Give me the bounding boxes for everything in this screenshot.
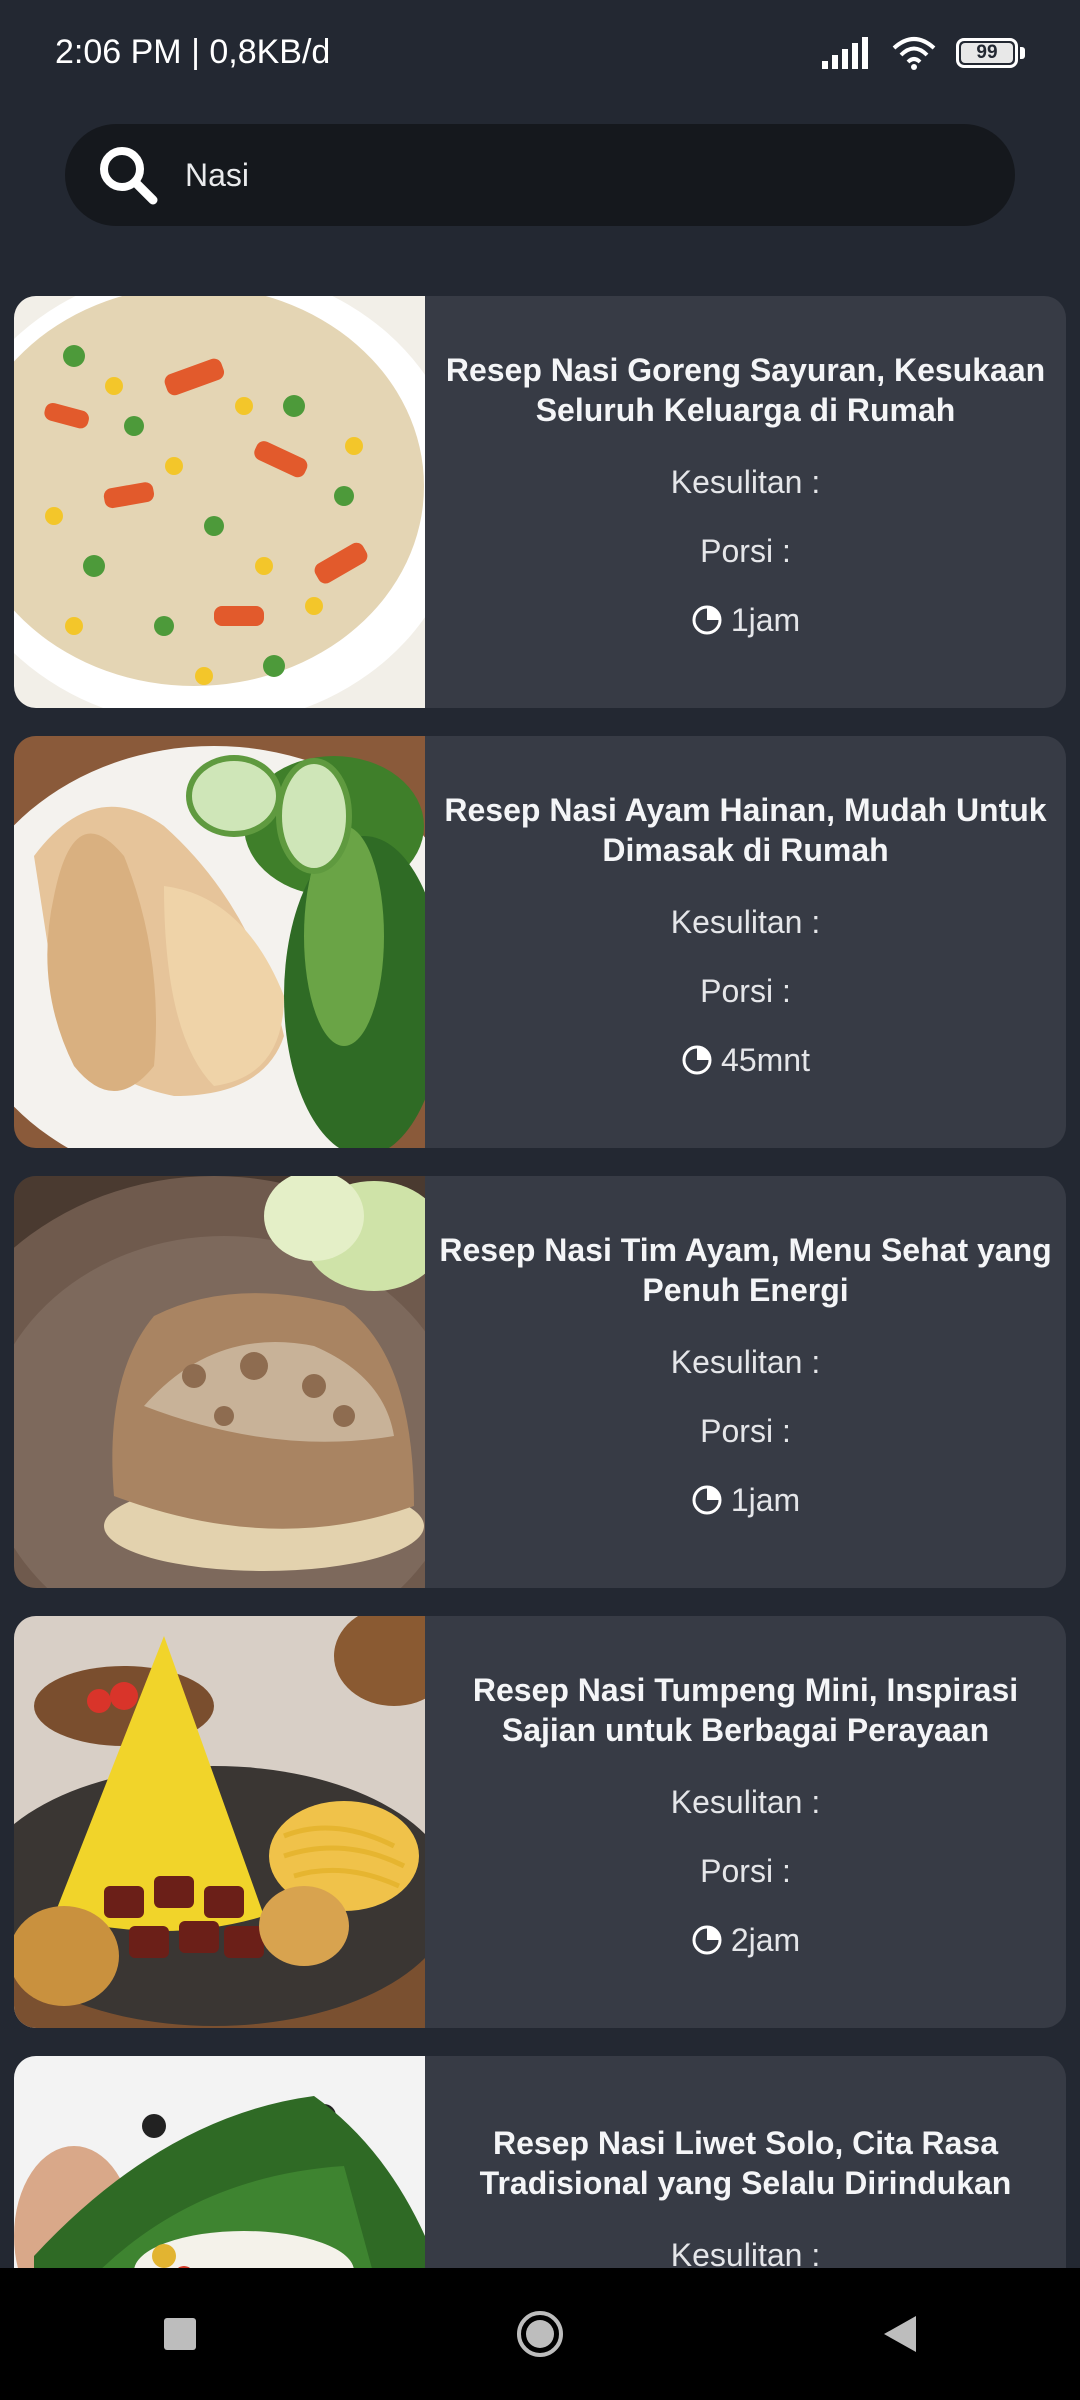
recipe-title: Resep Nasi Tim Ayam, Menu Sehat yang Pen…	[439, 1231, 1052, 1308]
clock-icon	[682, 1045, 712, 1075]
recipe-portion: Porsi :	[700, 1852, 791, 1889]
recipe-title: Resep Nasi Ayam Hainan, Mudah Untuk Dima…	[444, 791, 1047, 868]
recents-button[interactable]	[135, 2289, 225, 2379]
recipe-difficulty: Kesulitan :	[670, 1343, 821, 1380]
battery-indicator: 99	[956, 37, 1025, 68]
recipe-portion: Porsi :	[700, 532, 791, 569]
recipe-image[interactable]	[14, 1176, 425, 1588]
recipe-time: 1jam	[730, 1481, 801, 1518]
recipe-difficulty: Kesulitan :	[670, 903, 821, 940]
clock-icon	[692, 1485, 722, 1515]
square-icon	[164, 2318, 196, 2350]
recipe-card[interactable]: Resep Nasi Ayam Hainan, Mudah Untuk Dima…	[14, 736, 1066, 1148]
recipe-info: Resep Nasi Liwet Solo, Cita Rasa Tradisi…	[425, 2056, 1066, 2268]
clock-icon	[692, 605, 722, 635]
battery-level: 99	[976, 41, 998, 63]
status-time: 2:06 PM | 0,8KB/d	[55, 33, 331, 71]
back-button[interactable]	[855, 2289, 945, 2379]
recipe-difficulty: Kesulitan :	[670, 1783, 821, 1820]
search-input[interactable]: Nasi	[185, 157, 249, 194]
recipe-image[interactable]	[14, 1616, 425, 2028]
recipe-info: Resep Nasi Tumpeng Mini, Inspirasi Sajia…	[425, 1616, 1066, 2028]
recipe-title: Resep Nasi Tumpeng Mini, Inspirasi Sajia…	[472, 1671, 1019, 1748]
system-nav-bar	[0, 2268, 1080, 2400]
recipe-title: Resep Nasi Liwet Solo, Cita Rasa Tradisi…	[479, 2125, 1012, 2201]
triangle-back-icon	[884, 2316, 916, 2352]
recipe-time: 1jam	[730, 601, 801, 638]
recipe-duration: 1jam	[691, 586, 800, 655]
recipe-list[interactable]: Resep Nasi Goreng Sayuran, Kesukaan Selu…	[14, 296, 1066, 2268]
recipe-portion: Porsi :	[700, 1412, 791, 1449]
recipe-difficulty: Kesulitan :	[670, 2237, 821, 2268]
recipe-info: Resep Nasi Goreng Sayuran, Kesukaan Selu…	[425, 296, 1066, 708]
recipe-portion: Porsi :	[700, 972, 791, 1009]
recipe-image[interactable]	[14, 296, 425, 708]
recipe-card[interactable]: Resep Nasi Goreng Sayuran, Kesukaan Selu…	[14, 296, 1066, 708]
home-button[interactable]	[495, 2289, 585, 2379]
recipe-card[interactable]: Resep Nasi Tumpeng Mini, Inspirasi Sajia…	[14, 1616, 1066, 2028]
recipe-time: 2jam	[730, 1921, 801, 1958]
status-icons: 99	[822, 36, 1025, 70]
clock-icon	[692, 1925, 722, 1955]
circle-icon	[517, 2311, 563, 2357]
recipe-duration: 2jam	[691, 1906, 800, 1975]
wifi-icon	[892, 36, 936, 70]
search-icon[interactable]	[93, 140, 163, 210]
recipe-duration: 45mnt	[681, 1026, 810, 1095]
recipe-image[interactable]	[14, 2056, 425, 2268]
recipe-info: Resep Nasi Tim Ayam, Menu Sehat yang Pen…	[425, 1176, 1066, 1588]
signal-icon	[822, 36, 868, 69]
recipe-difficulty: Kesulitan :	[670, 463, 821, 500]
recipe-info: Resep Nasi Ayam Hainan, Mudah Untuk Dima…	[425, 736, 1066, 1148]
recipe-duration: 1jam	[691, 1466, 800, 1535]
recipe-title: Resep Nasi Goreng Sayuran, Kesukaan Selu…	[445, 351, 1046, 428]
recipe-card[interactable]: Resep Nasi Tim Ayam, Menu Sehat yang Pen…	[14, 1176, 1066, 1588]
status-bar: 2:06 PM | 0,8KB/d 99	[0, 0, 1080, 105]
recipe-image[interactable]	[14, 736, 425, 1148]
search-bar[interactable]: Nasi	[65, 124, 1015, 226]
recipe-card[interactable]: Resep Nasi Liwet Solo, Cita Rasa Tradisi…	[14, 2056, 1066, 2268]
recipe-time: 45mnt	[721, 1041, 810, 1078]
